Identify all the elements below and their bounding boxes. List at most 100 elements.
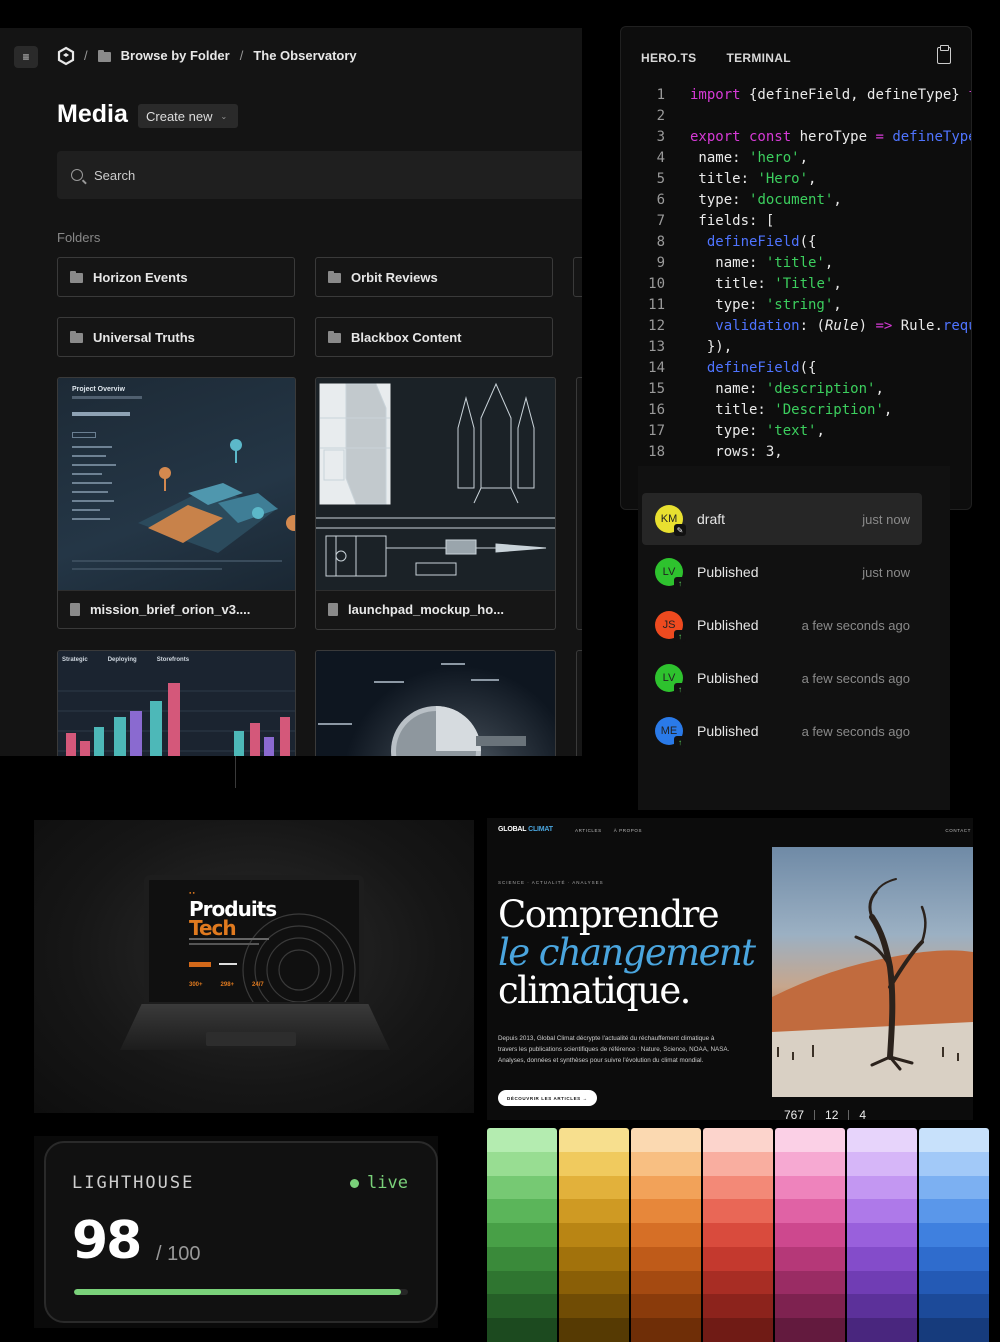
palette-swatch[interactable] bbox=[919, 1199, 989, 1224]
palette-swatch[interactable] bbox=[775, 1223, 845, 1247]
nav-contact[interactable]: CONTACT bbox=[945, 828, 971, 833]
palette-swatch[interactable] bbox=[631, 1128, 701, 1152]
palette-swatch[interactable] bbox=[487, 1199, 557, 1224]
palette-swatch[interactable] bbox=[847, 1294, 917, 1319]
palette-swatch[interactable] bbox=[559, 1294, 629, 1319]
palette-swatch[interactable] bbox=[559, 1318, 629, 1342]
palette-swatch[interactable] bbox=[847, 1223, 917, 1247]
activity-item[interactable]: JS ↑ Published a few seconds ago bbox=[642, 599, 922, 651]
palette-swatch[interactable] bbox=[631, 1318, 701, 1342]
palette-swatch[interactable] bbox=[919, 1318, 989, 1342]
palette-swatch[interactable] bbox=[631, 1223, 701, 1247]
menu-button[interactable]: ≡ bbox=[14, 46, 38, 68]
breadcrumb-current[interactable]: The Observatory bbox=[253, 48, 356, 63]
nav-articles[interactable]: ARTICLES bbox=[575, 828, 602, 833]
activity-item[interactable]: KM ✎ draft just now bbox=[642, 493, 922, 545]
palette-swatch[interactable] bbox=[775, 1270, 845, 1295]
clipboard-icon[interactable] bbox=[937, 45, 951, 64]
file-card[interactable]: launchpad_mockup_ho... bbox=[315, 377, 556, 630]
palette-swatch[interactable] bbox=[919, 1270, 989, 1295]
tab-terminal[interactable]: TERMINAL bbox=[726, 51, 790, 65]
palette-swatch[interactable] bbox=[487, 1175, 557, 1200]
palette-swatch[interactable] bbox=[703, 1294, 773, 1319]
file-card[interactable] bbox=[576, 377, 582, 630]
palette-swatch[interactable] bbox=[703, 1128, 773, 1152]
file-card[interactable] bbox=[576, 650, 582, 756]
activity-item[interactable]: LV ↑ Published a few seconds ago bbox=[642, 652, 922, 704]
palette-swatch[interactable] bbox=[775, 1294, 845, 1319]
palette-swatch[interactable] bbox=[559, 1128, 629, 1152]
palette-swatch[interactable] bbox=[559, 1151, 629, 1176]
palette-swatch[interactable] bbox=[847, 1270, 917, 1295]
palette-swatch[interactable] bbox=[847, 1246, 917, 1271]
palette-swatch[interactable] bbox=[919, 1128, 989, 1152]
legend-item: Storefronts bbox=[156, 657, 190, 663]
folder-card[interactable]: Horizon Events bbox=[57, 257, 295, 297]
palette-swatch[interactable] bbox=[847, 1199, 917, 1224]
palette-swatch[interactable] bbox=[487, 1246, 557, 1271]
create-new-button[interactable]: Create new ⌄ bbox=[138, 104, 238, 128]
folder-card[interactable]: Blackbox Content bbox=[315, 317, 553, 357]
palette-swatch[interactable] bbox=[487, 1294, 557, 1319]
palette-swatch[interactable] bbox=[703, 1318, 773, 1342]
nav-about[interactable]: À PROPOS bbox=[614, 828, 642, 833]
palette-swatch[interactable] bbox=[775, 1246, 845, 1271]
thumbnail-label bbox=[318, 723, 352, 725]
palette-swatch[interactable] bbox=[919, 1223, 989, 1247]
palette-swatch[interactable] bbox=[631, 1246, 701, 1271]
palette-swatch[interactable] bbox=[847, 1128, 917, 1152]
palette-swatch[interactable] bbox=[559, 1199, 629, 1224]
palette-swatch[interactable] bbox=[775, 1175, 845, 1200]
palette-swatch[interactable] bbox=[703, 1246, 773, 1271]
palette-swatch[interactable] bbox=[703, 1175, 773, 1200]
palette-swatch[interactable] bbox=[559, 1223, 629, 1247]
palette-swatch[interactable] bbox=[775, 1128, 845, 1152]
palette-swatch[interactable] bbox=[847, 1151, 917, 1176]
thumbnail-label bbox=[374, 681, 404, 683]
activity-item[interactable]: LV ↑ Published just now bbox=[642, 546, 922, 598]
file-card[interactable]: Project Overviw mission_brief_orion_v3..… bbox=[57, 377, 296, 629]
palette-swatch[interactable] bbox=[775, 1199, 845, 1224]
palette-swatch[interactable] bbox=[919, 1175, 989, 1200]
palette-swatch[interactable] bbox=[775, 1318, 845, 1342]
palette-swatch[interactable] bbox=[487, 1151, 557, 1176]
discover-articles-button[interactable]: DÉCOUVRIR LES ARTICLES → bbox=[498, 1090, 597, 1106]
palette-swatch[interactable] bbox=[631, 1270, 701, 1295]
palette-swatch[interactable] bbox=[919, 1151, 989, 1176]
palette-swatch[interactable] bbox=[919, 1294, 989, 1319]
palette-swatch[interactable] bbox=[703, 1223, 773, 1247]
palette-swatch[interactable] bbox=[919, 1246, 989, 1271]
palette-swatch[interactable] bbox=[631, 1294, 701, 1319]
palette-swatch[interactable] bbox=[703, 1199, 773, 1224]
file-thumbnail: Project Overviw bbox=[58, 378, 295, 590]
folder-card[interactable]: Orbit Reviews bbox=[315, 257, 553, 297]
site-logo[interactable]: GLOBAL CLIMAT bbox=[498, 826, 553, 833]
palette-swatch[interactable] bbox=[559, 1270, 629, 1295]
palette-swatch[interactable] bbox=[559, 1246, 629, 1271]
folder-card[interactable]: Universal Truths bbox=[57, 317, 295, 357]
screen-brand: ● ● bbox=[189, 890, 195, 895]
breadcrumb-folder[interactable]: Browse by Folder bbox=[121, 48, 230, 63]
media-panel: ≡ / Browse by Folder / The Observatory M… bbox=[0, 28, 582, 756]
palette-swatch[interactable] bbox=[703, 1151, 773, 1176]
palette-swatch[interactable] bbox=[703, 1270, 773, 1295]
search-input[interactable]: Search bbox=[57, 151, 582, 199]
palette-swatch[interactable] bbox=[487, 1270, 557, 1295]
palette-swatch[interactable] bbox=[847, 1175, 917, 1200]
palette-swatch[interactable] bbox=[487, 1318, 557, 1342]
folder-card[interactable] bbox=[573, 257, 582, 297]
folder-name: Horizon Events bbox=[93, 269, 188, 285]
palette-swatch[interactable] bbox=[559, 1175, 629, 1200]
folder-icon bbox=[328, 271, 341, 283]
file-card[interactable]: Strategic Deploying Storefronts bbox=[57, 650, 296, 756]
tab-hero-ts[interactable]: HERO.TS bbox=[641, 51, 696, 65]
palette-swatch[interactable] bbox=[487, 1128, 557, 1152]
palette-swatch[interactable] bbox=[847, 1318, 917, 1342]
palette-swatch[interactable] bbox=[487, 1223, 557, 1247]
palette-swatch[interactable] bbox=[631, 1175, 701, 1200]
palette-swatch[interactable] bbox=[631, 1199, 701, 1224]
activity-item[interactable]: ME ↑ Published a few seconds ago bbox=[642, 705, 922, 757]
palette-swatch[interactable] bbox=[631, 1151, 701, 1176]
palette-swatch[interactable] bbox=[775, 1151, 845, 1176]
file-card[interactable] bbox=[315, 650, 556, 756]
